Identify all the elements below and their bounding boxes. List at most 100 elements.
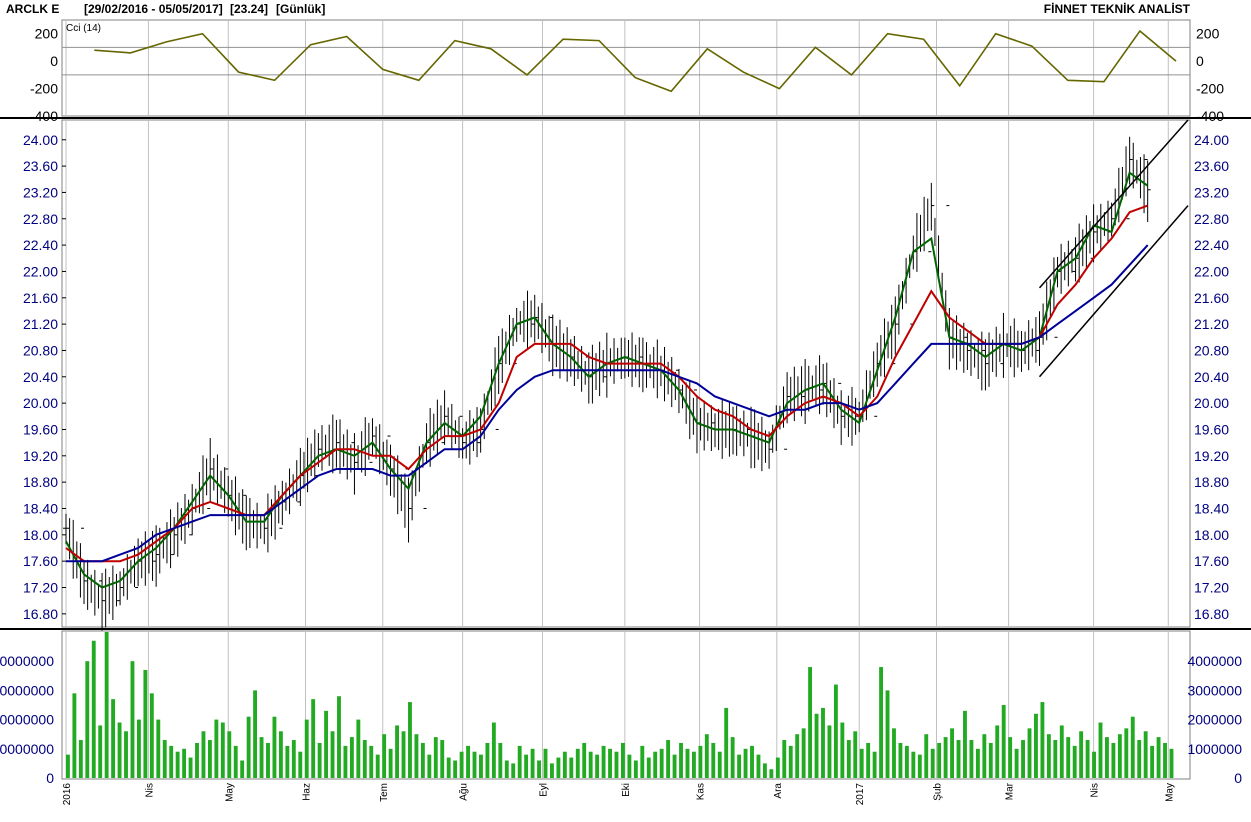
- volume-bar: [788, 745, 793, 778]
- volume-bar: [1053, 740, 1058, 778]
- volume-bar: [395, 725, 399, 778]
- volume-bar: [253, 690, 258, 778]
- volume-bar: [233, 745, 238, 778]
- price-tick-label-right: 18.40: [1194, 500, 1229, 516]
- volume-bar: [704, 734, 709, 778]
- volume-bar: [569, 757, 574, 778]
- volume-bar: [775, 757, 780, 778]
- date-tick-label: Tem: [379, 783, 390, 802]
- volume-bar: [485, 742, 490, 778]
- volume-bar: [524, 754, 529, 778]
- header-last: [23.24]: [230, 2, 268, 16]
- volume-bar: [562, 751, 567, 778]
- volume-bar: [969, 740, 974, 778]
- volume-tick-label-right: 2000000: [1187, 712, 1242, 728]
- price-tick-label-right: 22.00: [1194, 263, 1229, 279]
- volume-bar: [685, 748, 690, 778]
- volume-bar: [943, 737, 948, 778]
- cci-tick-label-right: 200: [1196, 26, 1220, 42]
- volume-bar: [1163, 742, 1167, 778]
- volume-bar: [195, 742, 199, 778]
- volume-bar: [388, 748, 393, 778]
- price-tick-label-left: 24.00: [23, 132, 58, 148]
- price-tick-label-left: 20.40: [23, 369, 58, 385]
- price-tick-label-left: 16.80: [23, 606, 58, 622]
- cci-tick-label-right: -400: [1196, 108, 1224, 124]
- cci-tick-label-left: 0: [50, 53, 58, 69]
- volume-bar: [1008, 737, 1013, 778]
- volume-bar: [201, 731, 206, 778]
- header-brand: FİNNET TEKNİK ANALİST: [1044, 1, 1191, 16]
- price-tick-label-right: 19.20: [1194, 448, 1229, 464]
- volume-bar: [382, 734, 387, 778]
- volume-bar: [1117, 734, 1122, 778]
- price-tick-label-left: 23.20: [23, 184, 58, 200]
- volume-bar: [917, 754, 922, 778]
- volume-bar: [866, 742, 871, 778]
- volume-bar: [1014, 748, 1019, 778]
- volume-bar: [575, 748, 580, 778]
- price-tick-label-left: 19.20: [23, 448, 58, 464]
- volume-bar: [433, 737, 438, 778]
- price-tick-label-left: 18.40: [23, 500, 58, 516]
- volume-bar: [104, 632, 109, 778]
- volume-bar: [317, 742, 322, 778]
- volume-bar: [543, 748, 548, 778]
- cci-tick-label-left: -200: [30, 81, 58, 97]
- volume-bar: [207, 740, 212, 778]
- volume-bar: [1001, 705, 1006, 778]
- volume-bar: [369, 745, 374, 778]
- volume-bar: [124, 731, 128, 778]
- volume-bar: [762, 763, 767, 778]
- price-tick-label-left: 22.00: [23, 263, 58, 279]
- volume-bar: [530, 748, 535, 778]
- price-tick-label-right: 22.80: [1194, 211, 1229, 227]
- volume-bar: [343, 745, 348, 778]
- price-tick-label-left: 18.00: [23, 527, 58, 543]
- volume-tick-label-right: 3000000: [1187, 682, 1242, 698]
- volume-bar: [666, 740, 671, 778]
- price-tick-label-right: 21.20: [1194, 316, 1229, 332]
- volume-bar: [446, 757, 451, 778]
- date-tick-label: Eki: [621, 783, 632, 797]
- volume-bar: [730, 737, 735, 778]
- volume-bar: [259, 737, 264, 778]
- volume-bar: [285, 745, 290, 778]
- price-tick-label-left: 22.40: [23, 237, 58, 253]
- volume-bar: [853, 731, 858, 778]
- volume-bar: [537, 760, 541, 778]
- price-tick-label-left: 22.80: [23, 211, 58, 227]
- volume-bar: [356, 719, 361, 778]
- volume-bar: [795, 734, 800, 778]
- volume-bar: [885, 690, 890, 778]
- cci-tick-label-left: -400: [30, 108, 58, 124]
- volume-bar: [362, 740, 367, 778]
- volume-bar: [846, 740, 851, 778]
- date-tick-label: May: [1164, 783, 1175, 802]
- volume-bar: [621, 742, 625, 778]
- price-tick-label-right: 16.80: [1194, 606, 1229, 622]
- volume-bar: [737, 754, 742, 778]
- volume-bar: [924, 734, 929, 778]
- volume-bar: [149, 693, 154, 778]
- volume-bar: [782, 740, 787, 778]
- price-tick-label-right: 20.40: [1194, 369, 1229, 385]
- date-axis: 2016 Nis May Haz Tem Ağu Eyl Eki Kas Ara 2017 Şub Ma…: [62, 782, 1175, 805]
- volume-bar: [1130, 716, 1135, 778]
- volume-bar: [1066, 737, 1071, 778]
- volume-bar: [408, 702, 412, 778]
- volume-bar: [240, 760, 245, 778]
- volume-bar: [98, 725, 103, 778]
- price-tick-label-right: 24.00: [1194, 132, 1229, 148]
- volume-bar: [1034, 713, 1038, 778]
- volume-bar: [1079, 731, 1084, 778]
- volume-bar: [1040, 702, 1045, 778]
- volume-bar: [769, 769, 774, 778]
- volume-bar: [608, 748, 612, 778]
- date-tick-label: May: [224, 783, 235, 802]
- volume-bar: [556, 757, 561, 778]
- volume-bar: [840, 722, 845, 778]
- volume-bar: [1098, 722, 1103, 778]
- volume-bar: [214, 719, 219, 778]
- volume-bar: [1105, 737, 1109, 778]
